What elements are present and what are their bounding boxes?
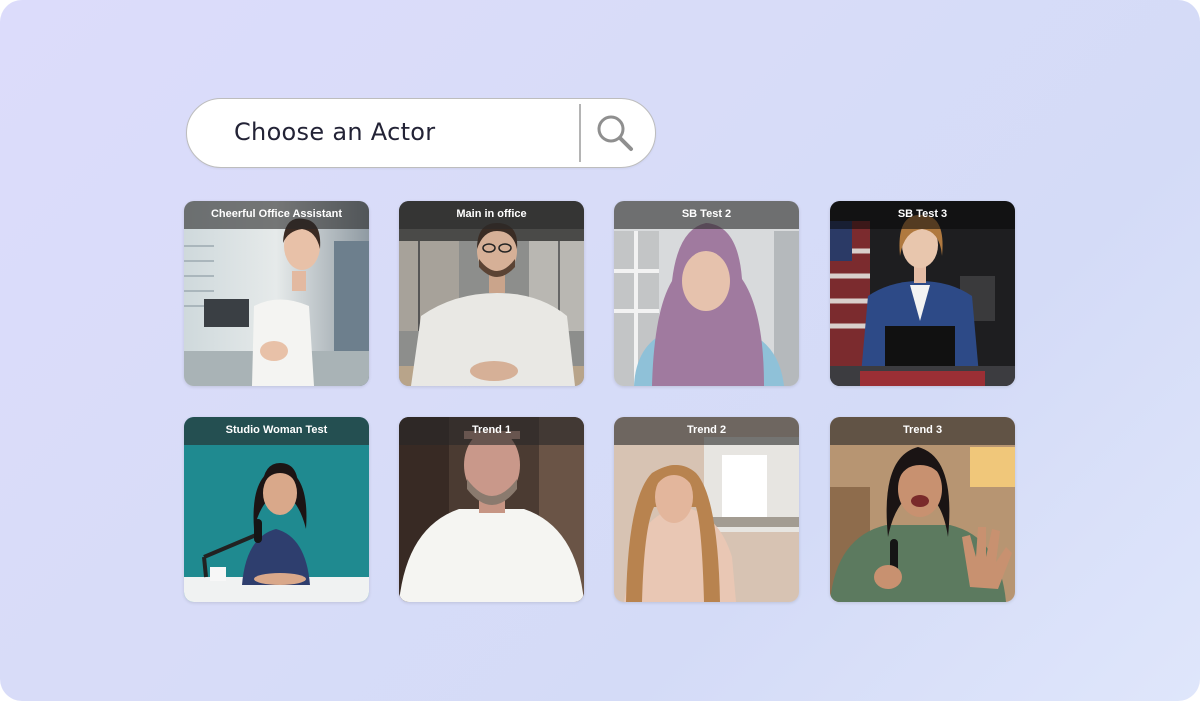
actor-title: Trend 3 (830, 417, 1015, 445)
actor-card-trend-3[interactable]: Trend 3 (830, 417, 1015, 602)
actor-title: Studio Woman Test (184, 417, 369, 445)
search-divider (579, 104, 581, 162)
actor-card-sb-test-2[interactable]: SB Test 2 (614, 201, 799, 386)
actor-card-main-in-office[interactable]: Main in office (399, 201, 584, 386)
search-input[interactable]: Choose an Actor (234, 99, 435, 166)
app-background: Choose an Actor Cheerful Office Assistan… (0, 0, 1200, 701)
search-icon (597, 115, 633, 151)
actor-card-studio-woman-test[interactable]: Studio Woman Test (184, 417, 369, 602)
actor-card-trend-2[interactable]: Trend 2 (614, 417, 799, 602)
actor-title: Cheerful Office Assistant (184, 201, 369, 229)
actor-card-trend-1[interactable]: Trend 1 (399, 417, 584, 602)
actor-title: Trend 1 (399, 417, 584, 445)
search-button[interactable] (593, 111, 637, 155)
actor-title: Main in office (399, 201, 584, 229)
actor-search-bar[interactable]: Choose an Actor (186, 98, 656, 168)
actor-title: SB Test 2 (614, 201, 799, 229)
actor-title: SB Test 3 (830, 201, 1015, 229)
actor-title: Trend 2 (614, 417, 799, 445)
actor-card-sb-test-3[interactable]: SB Test 3 (830, 201, 1015, 386)
actor-card-cheerful-office-assistant[interactable]: Cheerful Office Assistant (184, 201, 369, 386)
